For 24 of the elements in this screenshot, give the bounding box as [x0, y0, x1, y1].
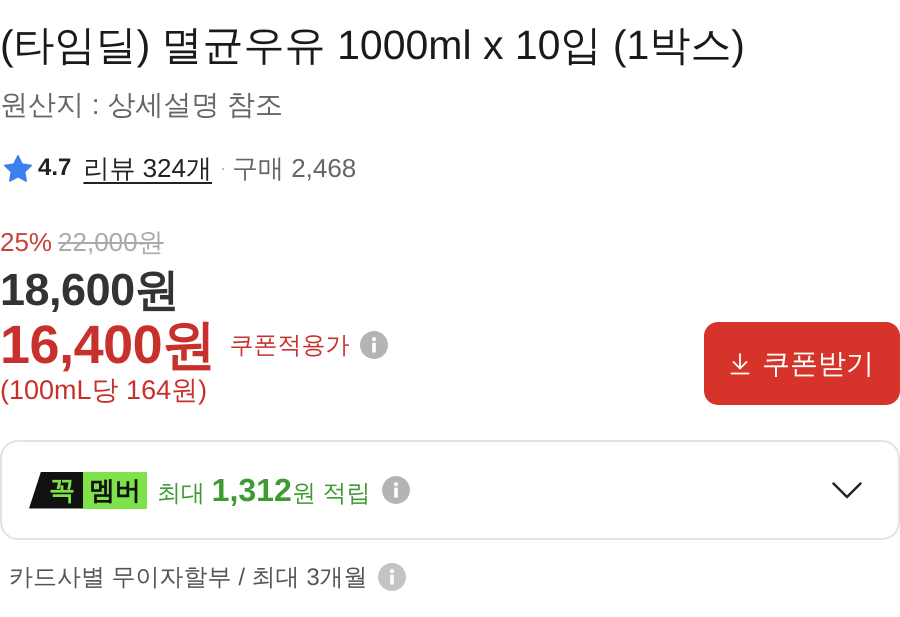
- coupon-price: 16,400원: [0, 317, 216, 373]
- star-icon: [4, 154, 32, 182]
- review-count-link[interactable]: 리뷰 324개: [83, 150, 212, 186]
- rating-score: 4.7: [38, 154, 72, 182]
- installment-text: 카드사별 무이자할부 / 최대 3개월: [9, 563, 368, 593]
- coupon-download-button[interactable]: 쿠폰받기: [704, 322, 900, 405]
- sale-price: 18,600원: [0, 267, 180, 313]
- info-icon[interactable]: [382, 476, 410, 504]
- membership-badge-mark: 꼭: [29, 472, 83, 508]
- membership-badge-label: 멤버: [83, 472, 147, 508]
- discount-rate: 25%: [0, 226, 52, 258]
- chevron-icon[interactable]: [832, 482, 862, 498]
- reward-points-text: 최대 1,312원 적립: [157, 472, 370, 508]
- membership-benefit-panel[interactable]: 꼭 멤버 최대 1,312원 적립: [0, 440, 900, 540]
- coupon-price-label: 쿠폰적용가: [230, 331, 350, 361]
- unit-price: (100mL당 164원): [0, 375, 208, 405]
- info-icon[interactable]: [378, 563, 406, 591]
- product-title: (타임딜) 멸균우유 1000ml x 10입 (1박스): [0, 21, 746, 70]
- download-icon: [730, 352, 750, 374]
- origin-text: 원산지 : 상세설명 참조: [0, 88, 284, 122]
- original-price: 22,000원: [58, 226, 164, 258]
- separator-dot: ·: [220, 158, 226, 178]
- info-icon[interactable]: [360, 331, 388, 359]
- purchase-count: 구매 2,468: [232, 152, 356, 184]
